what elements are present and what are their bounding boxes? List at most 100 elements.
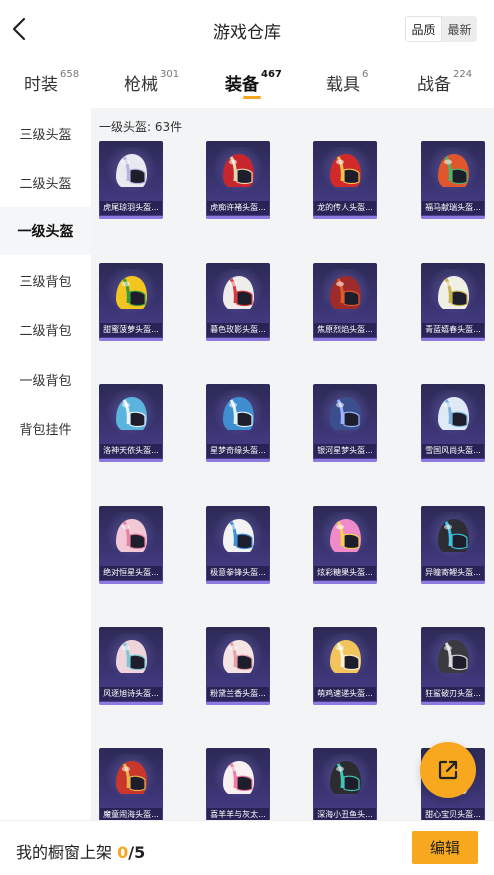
- item-card-label: 炫彩糖果头盔...: [314, 566, 376, 580]
- item-card[interactable]: 龙的传人头盔...: [313, 141, 377, 221]
- item-card-frame: 萌鸡速递头盔...: [313, 627, 377, 705]
- showcase-shelf-label: 我的橱窗上架: [16, 843, 113, 862]
- item-card-frame: 虎痴许褚头盔...: [206, 141, 270, 219]
- item-card[interactable]: 风逐旭诗头盔...: [99, 627, 163, 707]
- helmet-icon: [223, 397, 254, 430]
- tab-count: 6: [362, 69, 369, 80]
- item-card-label: 暮色玫影头盔...: [207, 323, 269, 337]
- helmet-icon: [116, 519, 147, 552]
- sort-option-quality[interactable]: 品质: [405, 16, 442, 42]
- edit-button[interactable]: 编辑: [412, 831, 478, 864]
- item-card-label: 魔童闹海头盔...: [100, 808, 162, 820]
- item-card[interactable]: 福马献瑞头盔...: [421, 141, 485, 221]
- tab-label: 枪械: [124, 75, 158, 95]
- item-card[interactable]: 深海小丑鱼头...: [313, 748, 377, 820]
- sidebar-item-level3-helmet[interactable]: 三级头盔: [0, 109, 91, 157]
- showcase-shelf-current: 0: [117, 843, 129, 862]
- tab-vehicles[interactable]: 载具 6: [326, 69, 369, 95]
- item-card[interactable]: 虎痴许褚头盔...: [206, 141, 270, 221]
- tab-fashion[interactable]: 时装 658: [24, 69, 80, 95]
- item-card-label: 狂鲨破刃头盔...: [422, 687, 484, 701]
- item-card-label: 喜羊羊与灰太...: [207, 808, 269, 820]
- sidebar-item-backpack-charm[interactable]: 背包挂件: [0, 404, 91, 452]
- tab-weapons[interactable]: 枪械 301: [124, 69, 180, 95]
- helmet-icon: [116, 761, 147, 794]
- item-card[interactable]: 萌鸡速递头盔...: [313, 627, 377, 707]
- item-card-frame: 风逐旭诗头盔...: [99, 627, 163, 705]
- item-card[interactable]: 绝对恒星头盔...: [99, 506, 163, 586]
- item-card-frame: 银河星梦头盔...: [313, 384, 377, 462]
- bottom-bar: 我的橱窗上架 0/5 编辑: [0, 820, 494, 875]
- tab-equipment[interactable]: 装备 467: [225, 69, 282, 95]
- item-card[interactable]: 暮色玫影头盔...: [206, 263, 270, 343]
- tab-count: 658: [60, 69, 80, 80]
- showcase-shelf-status: 我的橱窗上架 0/5: [16, 839, 145, 863]
- item-card-label: 虎痴许褚头盔...: [207, 201, 269, 215]
- item-card-label: 银河星梦头盔...: [314, 444, 376, 458]
- item-card[interactable]: 喜羊羊与灰太...: [206, 748, 270, 820]
- grid-section-title: 一级头盔: 63件: [99, 120, 183, 134]
- item-card-frame: 狂鲨破刃头盔...: [421, 627, 485, 705]
- item-card-frame: 龙的传人头盔...: [313, 141, 377, 219]
- item-card-frame: 洛神天依头盔...: [99, 384, 163, 462]
- item-card[interactable]: 炫彩糖果头盔...: [313, 506, 377, 586]
- sidebar-item-level1-helmet[interactable]: 一级头盔: [0, 207, 91, 255]
- item-card-frame: 星梦奇缘头盔...: [206, 384, 270, 462]
- item-card-label: 焦原烈焰头盔...: [314, 323, 376, 337]
- item-card[interactable]: 青蓝嬉春头盔...: [421, 263, 485, 343]
- helmet-icon: [116, 397, 147, 430]
- item-card-frame: 异瞳寄鲤头盔...: [421, 506, 485, 584]
- helmet-icon: [223, 761, 254, 794]
- tab-label: 战备: [417, 75, 451, 95]
- item-card[interactable]: 星梦奇缘头盔...: [206, 384, 270, 464]
- tab-count: 224: [453, 69, 473, 80]
- item-card[interactable]: 洛神天依头盔...: [99, 384, 163, 464]
- helmet-icon: [438, 640, 469, 673]
- sort-toggle[interactable]: 品质 最新: [405, 16, 477, 42]
- item-card-label: 龙的传人头盔...: [314, 201, 376, 215]
- item-card[interactable]: 银河星梦头盔...: [313, 384, 377, 464]
- category-tabs: 时装 658 枪械 301 装备 467 载具 6 战备 224: [0, 64, 494, 104]
- item-card[interactable]: 魔童闹海头盔...: [99, 748, 163, 820]
- item-card[interactable]: 极意拳锋头盔...: [206, 506, 270, 586]
- subcategory-sidebar: 三级头盔 二级头盔 一级头盔 三级背包 二级背包 一级背包 背包挂件: [0, 108, 91, 820]
- tab-count: 467: [261, 69, 282, 80]
- item-card[interactable]: 虎尾琼羽头盔...: [99, 141, 163, 221]
- item-card-label: 粉黛兰香头盔...: [207, 687, 269, 701]
- sidebar-item-level2-backpack[interactable]: 二级背包: [0, 305, 91, 353]
- helmet-icon: [330, 761, 361, 794]
- item-card-label: 异瞳寄鲤头盔...: [422, 566, 484, 580]
- item-card-frame: 极意拳锋头盔...: [206, 506, 270, 584]
- item-card[interactable]: 异瞳寄鲤头盔...: [421, 506, 485, 586]
- item-card-frame: 福马献瑞头盔...: [421, 141, 485, 219]
- helmet-icon: [116, 640, 147, 673]
- tab-label: 时装: [24, 75, 58, 95]
- item-card[interactable]: 粉黛兰香头盔...: [206, 627, 270, 707]
- share-button[interactable]: [420, 742, 476, 798]
- item-card-frame: 喜羊羊与灰太...: [206, 748, 270, 820]
- sidebar-item-level3-backpack[interactable]: 三级背包: [0, 256, 91, 304]
- item-card-frame: 甜蜜菠萝头盔...: [99, 263, 163, 341]
- item-card-label: 萌鸡速递头盔...: [314, 687, 376, 701]
- item-grid-area: 一级头盔: 63件 虎尾琼羽头盔... 虎痴许褚头盔... 龙的传人头盔... 福马献…: [91, 108, 494, 820]
- item-card[interactable]: 甜蜜菠萝头盔...: [99, 263, 163, 343]
- sidebar-item-level1-backpack[interactable]: 一级背包: [0, 355, 91, 403]
- item-card-label: 甜蜜菠萝头盔...: [100, 323, 162, 337]
- item-card[interactable]: 雪国风尚头盔...: [421, 384, 485, 464]
- helmet-icon: [438, 397, 469, 430]
- item-card-frame: 暮色玫影头盔...: [206, 263, 270, 341]
- share-export-icon: [438, 760, 458, 780]
- item-card-label: 甜心宝贝头盔...: [422, 808, 484, 820]
- tab-supplies[interactable]: 战备 224: [417, 69, 473, 95]
- sort-option-newest[interactable]: 最新: [442, 16, 477, 42]
- item-card[interactable]: 狂鲨破刃头盔...: [421, 627, 485, 707]
- tab-count: 301: [160, 69, 180, 80]
- item-card-label: 青蓝嬉春头盔...: [422, 323, 484, 337]
- item-card-frame: 粉黛兰香头盔...: [206, 627, 270, 705]
- showcase-shelf-total: /5: [128, 843, 146, 862]
- item-card-frame: 炫彩糖果头盔...: [313, 506, 377, 584]
- item-card-label: 虎尾琼羽头盔...: [100, 201, 162, 215]
- item-card[interactable]: 焦原烈焰头盔...: [313, 263, 377, 343]
- sidebar-item-level2-helmet[interactable]: 二级头盔: [0, 158, 91, 206]
- helmet-icon: [438, 276, 469, 309]
